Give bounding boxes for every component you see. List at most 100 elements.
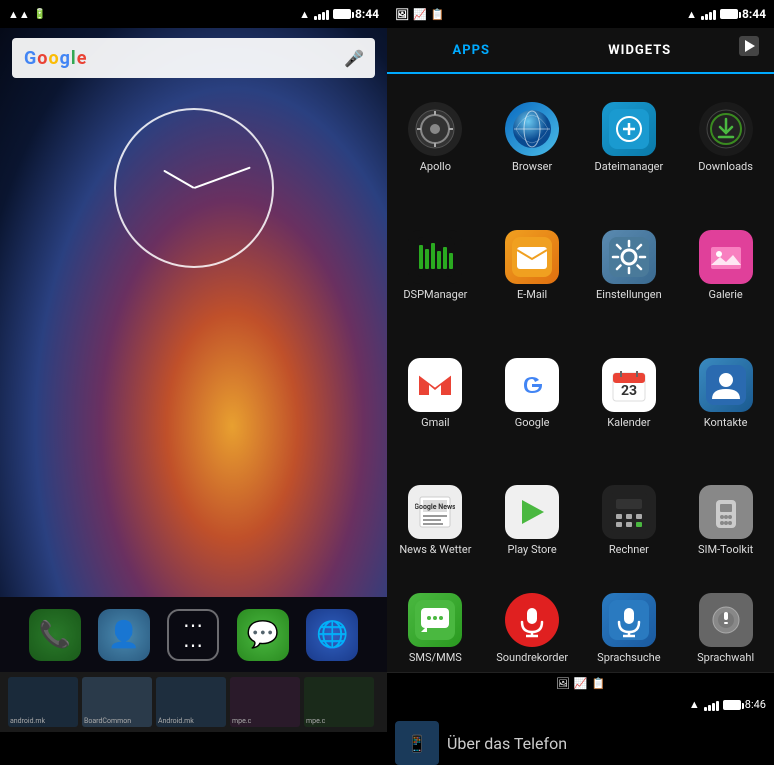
play-store-tab-icon[interactable] [724, 28, 774, 64]
signal-bar-3 [322, 12, 325, 20]
app-item-sms-mms[interactable]: SMS/MMS [387, 585, 484, 672]
clock-face [114, 108, 274, 268]
bottom-right-icons: ▲ 8:46 [689, 698, 766, 711]
app-item-browser[interactable]: Browser [484, 74, 581, 202]
left-wallpaper: Google 🎤 [0, 28, 387, 597]
svg-text:23: 23 [621, 383, 637, 399]
app-icon-icon-kontakte [699, 358, 753, 412]
bottom-bar: 🖼 📈 📋 ▲ 8:46 📱 Über das Telefon [387, 672, 774, 732]
dock-contacts[interactable]: 👤 [98, 609, 150, 661]
app-item-kalender[interactable]: 23Kalender [581, 329, 678, 457]
battery-small-icon: 🔋 [34, 9, 46, 20]
right-signal-bars [701, 8, 716, 20]
app-item-einstellungen[interactable]: Einstellungen [581, 202, 678, 330]
right-status-bar: 🖼 📈 📋 ▲ 8:44 [387, 0, 774, 28]
taskbar-thumb-4[interactable]: mpe.c [230, 677, 300, 727]
sim-icon: ▲▲ [8, 8, 30, 21]
bottom-bar-1 [704, 707, 707, 711]
tab-apps[interactable]: APPS [387, 28, 556, 74]
app-label-15: SIM-Toolkit [698, 543, 753, 556]
app-icon-icon-smsmms [408, 593, 462, 647]
app-label-6: Einstellungen [596, 288, 662, 301]
tab-widgets-label: WIDGETS [608, 43, 671, 58]
app-label-9: Google [515, 416, 550, 429]
bottom-image-icon: 🖼 [556, 677, 570, 690]
app-icon-icon-news: Google News [408, 485, 462, 539]
app-item-soundrekorder[interactable]: Soundrekorder [484, 585, 581, 672]
bottom-copy-icon: 📋 [591, 677, 605, 690]
app-item-sprachsuche[interactable]: Sprachsuche [581, 585, 678, 672]
app-icon-icon-email [505, 230, 559, 284]
app-item-dateimanager[interactable]: Dateimanager [581, 74, 678, 202]
app-item-dspmanager[interactable]: DSPManager [387, 202, 484, 330]
right-status-right-icons: ▲ 8:44 [686, 7, 766, 21]
store-icon-svg [737, 34, 761, 58]
dock-messenger[interactable]: 💬 [237, 609, 289, 661]
taskbar-thumb-5[interactable]: mpe.c [304, 677, 374, 727]
phone-icon: 📞 [39, 620, 71, 650]
app-label-1: Browser [512, 160, 552, 173]
app-item-gmail[interactable]: Gmail [387, 329, 484, 457]
signal-bar-2 [318, 14, 321, 20]
app-label-7: Galerie [709, 288, 743, 301]
clock-minute-hand [193, 167, 250, 189]
contacts-icon: 👤 [108, 620, 140, 650]
dock-apps-launcher[interactable]: ⋯⋯ [167, 609, 219, 661]
left-status-bar: ▲▲ 🔋 ▲ 8:44 [0, 0, 387, 28]
app-item-sprachwahl[interactable]: Sprachwahl [677, 585, 774, 672]
app-item-play-store[interactable]: Play Store [484, 457, 581, 585]
app-icon-icon-sprachwahl [699, 593, 753, 647]
signal-bar-r3 [709, 12, 712, 20]
app-item-apollo[interactable]: Apollo [387, 74, 484, 202]
google-logo: Google [24, 48, 87, 69]
app-label-13: Play Store [508, 543, 557, 556]
app-icon-icon-google [505, 358, 559, 412]
right-status-icons: 🖼 📈 📋 [395, 8, 444, 21]
app-label-12: News & Wetter [399, 543, 471, 556]
app-label-2: Dateimanager [595, 160, 664, 173]
bottom-wifi: ▲ [689, 698, 700, 711]
app-label-11: Kontakte [704, 416, 748, 429]
wifi-icon: ▲ [299, 8, 310, 21]
app-label-17: Soundrekorder [496, 651, 568, 664]
google-search-bar[interactable]: Google 🎤 [12, 38, 375, 78]
app-icon-icon-browser [505, 102, 559, 156]
bottom-app-thumb[interactable]: 📱 [395, 721, 439, 765]
app-label-5: E-Mail [517, 288, 547, 301]
tab-widgets[interactable]: WIDGETS [556, 28, 725, 72]
app-icon-icon-soundrekorder [505, 593, 559, 647]
taskbar-thumb-3[interactable]: Android.mk [156, 677, 226, 727]
app-item-news---wetter[interactable]: Google News News & Wetter [387, 457, 484, 585]
copy-icon: 📋 [431, 8, 445, 21]
right-battery-icon [720, 9, 738, 19]
messenger-icon: 💬 [247, 620, 279, 650]
dock-phone[interactable]: 📞 [29, 609, 81, 661]
bottom-content: 📱 Über das Telefon [395, 721, 766, 765]
app-icon-icon-dateimanager [602, 102, 656, 156]
app-item-kontakte[interactable]: Kontakte [677, 329, 774, 457]
signal-bar-r4 [713, 10, 716, 20]
app-label-18: Sprachsuche [597, 651, 660, 664]
app-icon-icon-sprachsuche [602, 593, 656, 647]
app-icon-icon-dspmanager [408, 230, 462, 284]
mic-icon[interactable]: 🎤 [345, 49, 363, 67]
app-item-galerie[interactable]: Galerie [677, 202, 774, 330]
right-time: 8:44 [742, 7, 766, 21]
taskbar-thumb-1[interactable]: android.mk [8, 677, 78, 727]
taskbar-thumb-2[interactable]: BoardCommon [82, 677, 152, 727]
left-time: 8:44 [355, 7, 379, 21]
app-icon-icon-einstellungen [602, 230, 656, 284]
app-icon-icon-galerie [699, 230, 753, 284]
left-dock: 📞 👤 ⋯⋯ 💬 🌐 [0, 597, 387, 672]
left-status-icons: ▲▲ 🔋 [8, 8, 46, 21]
app-item-e-mail[interactable]: E-Mail [484, 202, 581, 330]
app-item-downloads[interactable]: Downloads [677, 74, 774, 202]
left-taskbar: android.mk BoardCommon Android.mk mpe.c … [0, 672, 387, 732]
app-item-sim-toolkit[interactable]: SIM-Toolkit [677, 457, 774, 585]
app-item-google[interactable]: Google [484, 329, 581, 457]
app-item-rechner[interactable]: Rechner [581, 457, 678, 585]
bottom-bar-text: Über das Telefon [447, 734, 567, 753]
dock-browser[interactable]: 🌐 [306, 609, 358, 661]
app-icon-icon-kalender: 23 [602, 358, 656, 412]
bottom-bar-2 [708, 705, 711, 711]
